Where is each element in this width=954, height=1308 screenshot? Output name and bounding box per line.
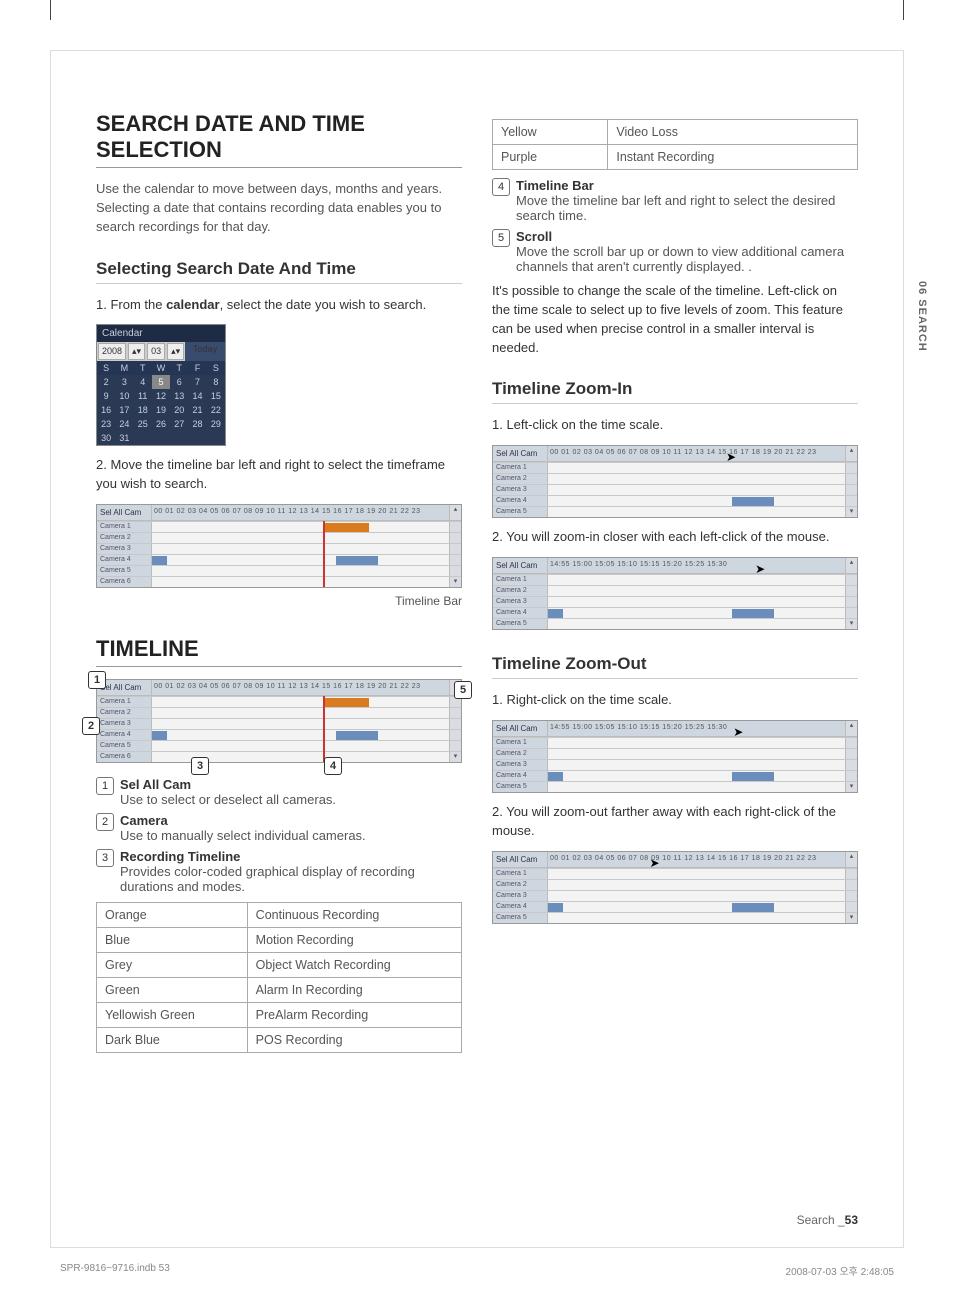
left-column: SEARCH DATE AND TIME SELECTION Use the c… bbox=[96, 111, 462, 1061]
calendar-selected-day[interactable]: 5 bbox=[152, 375, 170, 389]
file-name: SPR-9816~9716.indb 53 bbox=[60, 1263, 170, 1278]
spin-icon[interactable]: ▴▾ bbox=[167, 343, 184, 360]
print-meta: SPR-9816~9716.indb 53 2008-07-03 오후 2:48… bbox=[60, 1263, 894, 1278]
timeline-zoomout-2: Sel All Cam 00 01 02 03 04 05 06 07 08 0… bbox=[492, 851, 858, 924]
subheading-zoom-out: Timeline Zoom-Out bbox=[492, 654, 858, 674]
calendar-dow-row: S M T W T F S bbox=[97, 361, 225, 375]
callout-5: 5 bbox=[454, 681, 472, 699]
calendar-widget[interactable]: Calendar 2008 ▴▾ 03 ▴▾ Today S M T W T F… bbox=[96, 324, 226, 446]
zoom-note: It's possible to change the scale of the… bbox=[492, 282, 858, 357]
callout-4: 4 bbox=[324, 757, 342, 775]
page: 06 SEARCH SEARCH DATE AND TIME SELECTION… bbox=[50, 50, 904, 1248]
zoom-in-step2: 2. You will zoom-in closer with each lef… bbox=[492, 528, 858, 547]
scroll-down-icon[interactable]: ▾ bbox=[449, 577, 461, 587]
mouse-pointer-icon: ➤ bbox=[726, 450, 736, 464]
timeline-caption: Timeline Bar bbox=[96, 594, 462, 608]
sel-all-cam-header[interactable]: Sel All Cam bbox=[97, 505, 152, 520]
def-2: 2CameraUse to manually select individual… bbox=[96, 813, 462, 843]
side-tab-label: 06 SEARCH bbox=[916, 281, 928, 352]
timeline-zoomin-1: Sel All Cam 00 01 02 03 04 05 06 07 08 0… bbox=[492, 445, 858, 518]
def-3: 3Recording TimelineProvides color-coded … bbox=[96, 849, 462, 894]
step-2: 2. Move the timeline bar left and right … bbox=[96, 456, 462, 494]
timeline-zoomin-2: Sel All Cam 14:55 15:00 15:05 15:10 15:1… bbox=[492, 557, 858, 630]
color-code-table: OrangeContinuous Recording BlueMotion Re… bbox=[96, 902, 462, 1053]
zoom-out-step1: 1. Right-click on the time scale. bbox=[492, 691, 858, 710]
scroll-up-icon[interactable]: ▴ bbox=[449, 505, 461, 520]
year-spinner[interactable]: 2008 bbox=[98, 343, 126, 360]
mouse-pointer-icon: ➤ bbox=[650, 856, 660, 870]
zoom-out-step2: 2. You will zoom-out farther away with e… bbox=[492, 803, 858, 841]
mouse-pointer-icon: ➤ bbox=[755, 562, 765, 576]
timeline-preview: Sel All Cam 00 01 02 03 04 05 06 07 08 0… bbox=[96, 504, 462, 588]
def-1: 1Sel All CamUse to select or deselect al… bbox=[96, 777, 462, 807]
page-title: SEARCH DATE AND TIME SELECTION bbox=[96, 111, 462, 163]
mouse-pointer-icon: ➤ bbox=[733, 725, 743, 739]
def-5: 5ScrollMove the scroll bar up or down to… bbox=[492, 229, 858, 274]
step-1: 1. From the calendar, select the date yo… bbox=[96, 296, 462, 315]
month-spinner[interactable]: 03 bbox=[147, 343, 165, 360]
subheading-zoom-in: Timeline Zoom-In bbox=[492, 379, 858, 399]
color-code-table-cont: YellowVideo Loss PurpleInstant Recording bbox=[492, 119, 858, 170]
page-footer: Search _53 bbox=[797, 1213, 858, 1227]
subheading-select-date: Selecting Search Date And Time bbox=[96, 259, 462, 279]
callout-2: 2 bbox=[82, 717, 100, 735]
calendar-title: Calendar bbox=[97, 325, 225, 342]
spin-icon[interactable]: ▴▾ bbox=[128, 343, 145, 360]
intro-text: Use the calendar to move between days, m… bbox=[96, 180, 462, 237]
timeline-zoomout-1: Sel All Cam 14:55 15:00 15:05 15:10 15:1… bbox=[492, 720, 858, 793]
callout-3: 3 bbox=[191, 757, 209, 775]
def-4: 4Timeline BarMove the timeline bar left … bbox=[492, 178, 858, 223]
timeline-diagram: Sel All Cam 00 01 02 03 04 05 06 07 08 0… bbox=[96, 679, 462, 763]
section-timeline-title: TIMELINE bbox=[96, 636, 462, 662]
print-date: 2008-07-03 오후 2:48:05 bbox=[786, 1263, 894, 1278]
timeline-cursor[interactable] bbox=[323, 521, 325, 587]
today-button[interactable]: Today bbox=[185, 342, 225, 361]
right-column: YellowVideo Loss PurpleInstant Recording… bbox=[492, 111, 858, 1061]
time-scale[interactable]: 00 01 02 03 04 05 06 07 08 09 10 11 12 1… bbox=[152, 505, 449, 520]
callout-1: 1 bbox=[88, 671, 106, 689]
zoom-in-step1: 1. Left-click on the time scale. bbox=[492, 416, 858, 435]
